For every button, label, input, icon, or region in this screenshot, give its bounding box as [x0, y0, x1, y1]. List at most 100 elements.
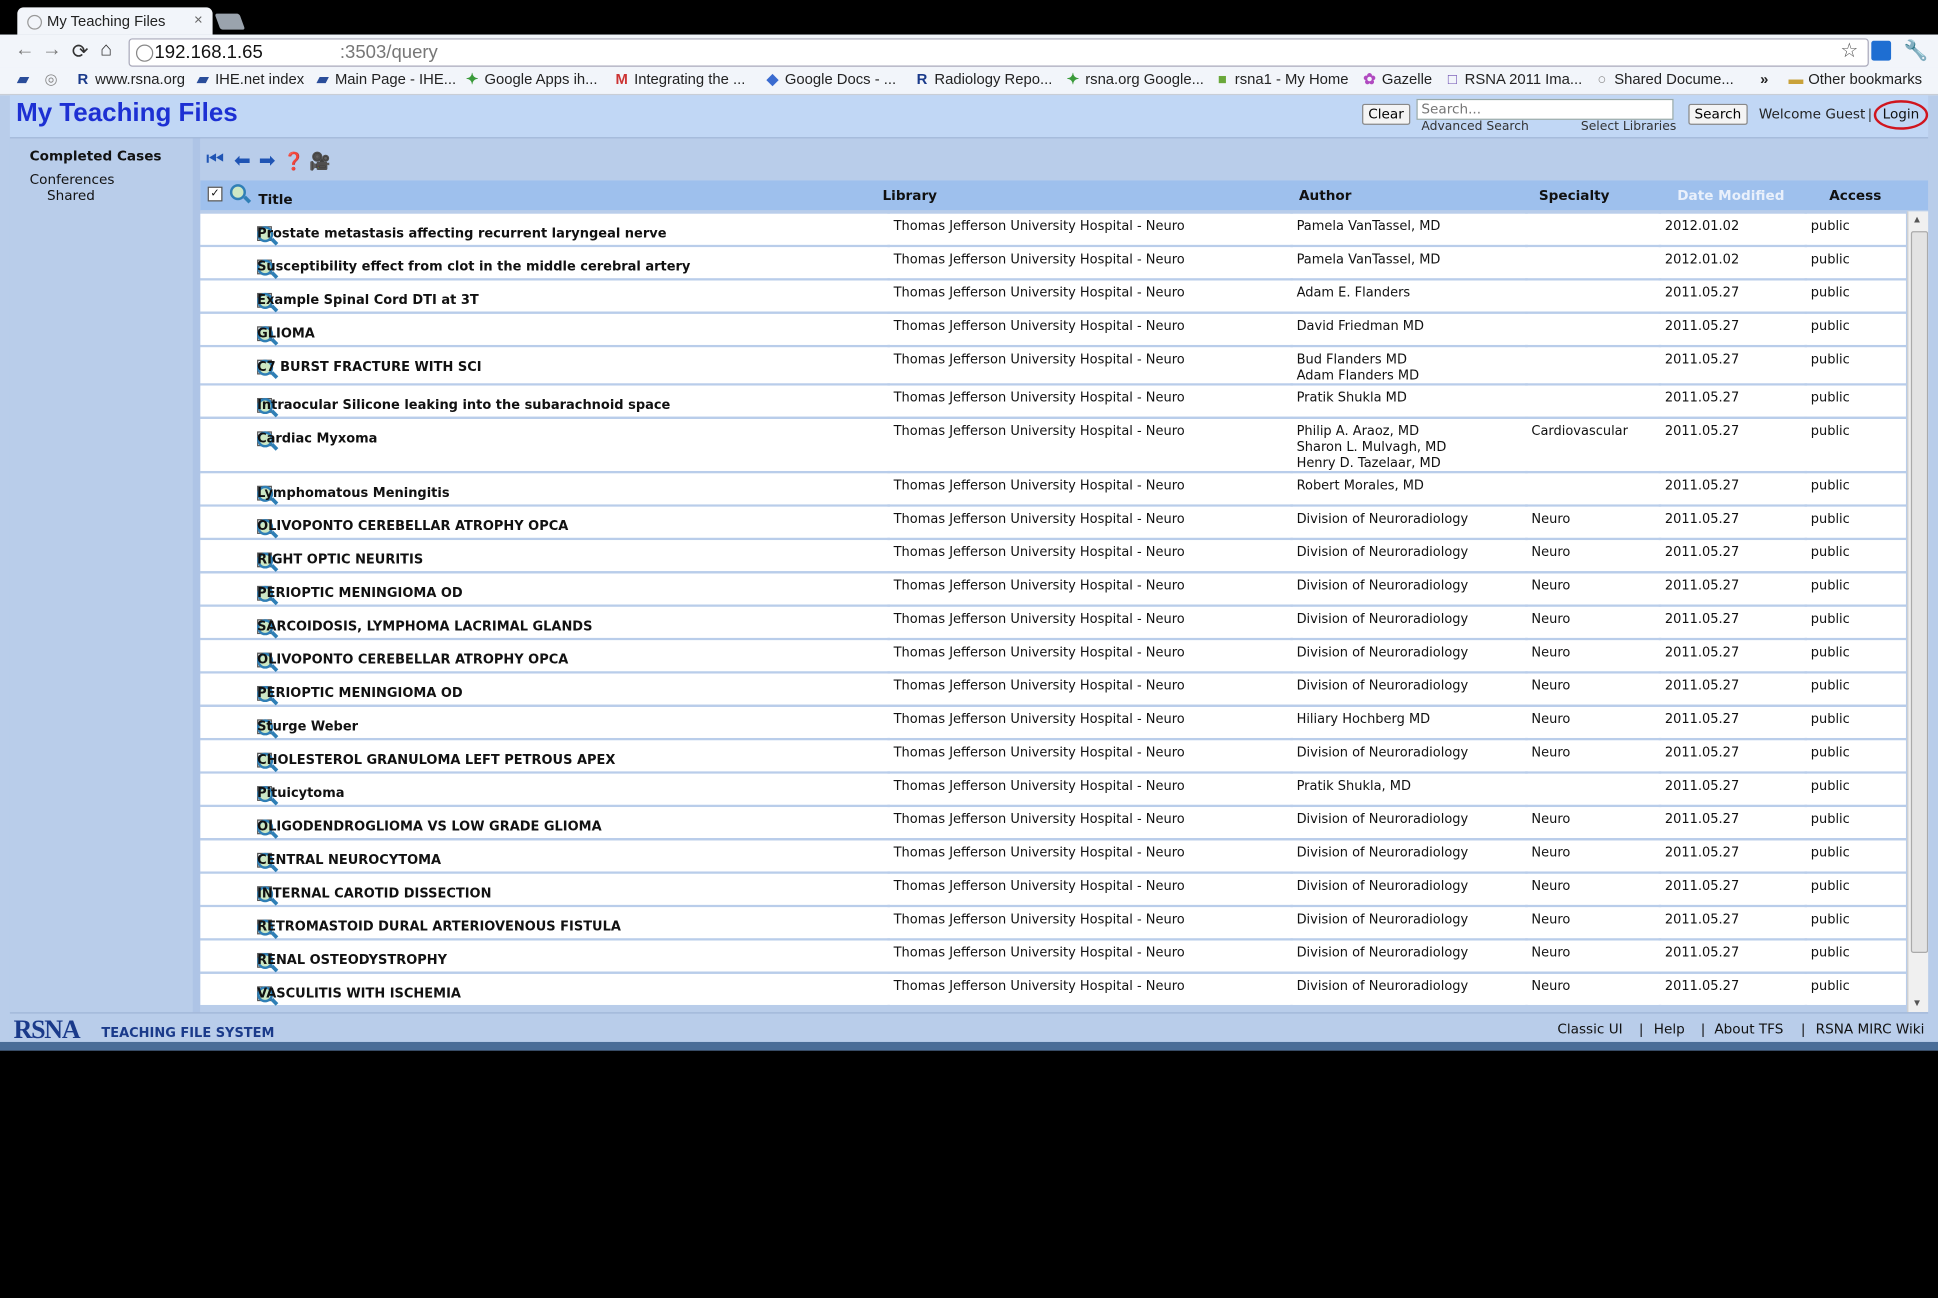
- case-title-link[interactable]: PERIOPTIC MENINGIOMA OD: [257, 586, 463, 602]
- search-button[interactable]: Search: [1688, 103, 1748, 125]
- address-bar[interactable]: 192.168.1.65 :3503/query: [128, 38, 1869, 67]
- first-page-icon[interactable]: ⏮: [203, 148, 228, 173]
- table-row[interactable]: ✓Lymphomatous Meningitis Thomas Jefferson…: [200, 473, 1906, 505]
- table-row[interactable]: ✓RETROMASTOID DURAL ARTERIOVENOUS FISTUL…: [200, 907, 1906, 939]
- table-row[interactable]: ✓INTERNAL CAROTID DISSECTION Thomas Jeffe…: [200, 873, 1906, 905]
- table-row[interactable]: ✓SARCOIDOSIS, LYMPHOMA LACRIMAL GLANDS Th…: [200, 606, 1906, 638]
- pane-divider[interactable]: [192, 138, 201, 1013]
- more-bookmarks-chevron-icon[interactable]: »: [1760, 70, 1768, 87]
- bookmark-item[interactable]: ■ rsna1 - My Home: [1214, 70, 1349, 87]
- column-header-date-modified[interactable]: Date Modified: [1677, 188, 1784, 204]
- rsna-mirc-wiki-link[interactable]: RSNA MIRC Wiki: [1816, 1021, 1925, 1037]
- case-title-link[interactable]: VASCULITIS WITH ISCHEMIA: [257, 986, 461, 1002]
- advanced-search-link[interactable]: Advanced Search: [1421, 120, 1528, 134]
- help-link[interactable]: Help: [1654, 1021, 1685, 1037]
- column-header-title[interactable]: Title: [258, 192, 292, 208]
- scroll-up-arrow-icon[interactable]: ▲: [1912, 214, 1922, 225]
- case-title-link[interactable]: RETROMASTOID DURAL ARTERIOVENOUS FISTULA: [257, 920, 621, 936]
- conference-icon[interactable]: 🎥: [308, 148, 333, 173]
- wrench-menu-icon[interactable]: 🔧: [1903, 38, 1928, 63]
- bookmark-item[interactable]: ▰ Main Page - IHE...: [314, 70, 456, 87]
- table-row[interactable]: ✓RIGHT OPTIC NEURITIS Thomas Jefferson Un…: [200, 540, 1906, 572]
- case-title-link[interactable]: Lymphomatous Meningitis: [257, 486, 449, 502]
- case-title-link[interactable]: Example Spinal Cord DTI at 3T: [257, 293, 479, 309]
- star-bookmark-icon[interactable]: ☆: [1840, 38, 1858, 63]
- column-header-library[interactable]: Library: [883, 188, 938, 204]
- case-title-link[interactable]: RIGHT OPTIC NEURITIS: [257, 552, 423, 568]
- case-title-link[interactable]: Prostate metastasis affecting recurrent …: [257, 226, 666, 242]
- case-title-link[interactable]: Pituicytoma: [257, 786, 344, 802]
- bookmark-item[interactable]: ◆ Google Docs - ...: [764, 70, 896, 87]
- case-title-link[interactable]: OLIVOPONTO CEREBELLAR ATROPHY OPCA: [257, 653, 568, 669]
- table-row[interactable]: ✓Cardiac Myxoma Thomas Jefferson Universi…: [200, 419, 1906, 471]
- table-scrollbar[interactable]: ▲ ▼: [1907, 211, 1929, 1013]
- bookmark-item[interactable]: ✦ rsna.org Google...: [1064, 70, 1204, 87]
- about-tfs-link[interactable]: About TFS: [1714, 1021, 1783, 1037]
- forward-arrow-icon[interactable]: →: [42, 40, 62, 62]
- case-title-link[interactable]: PERIOPTIC MENINGIOMA OD: [257, 686, 463, 702]
- next-page-icon[interactable]: ➡: [255, 148, 280, 173]
- table-row[interactable]: ✓Pituicytoma Thomas Jefferson University …: [200, 773, 1906, 805]
- table-row[interactable]: ✓CENTRAL NEUROCYTOMA Thomas Jefferson Uni…: [200, 840, 1906, 872]
- table-row[interactable]: ✓OLIVOPONTO CEREBELLAR ATROPHY OPCA Thoma…: [200, 640, 1906, 672]
- table-row[interactable]: ✓Intraocular Silicone leaking into the s…: [200, 385, 1906, 417]
- search-input[interactable]: [1416, 98, 1674, 120]
- nav-conferences-shared[interactable]: Shared: [47, 188, 95, 204]
- case-title-link[interactable]: GLIOMA: [257, 326, 315, 342]
- table-row[interactable]: ✓C7 BURST FRACTURE WITH SCI Thomas Jeffer…: [200, 347, 1906, 384]
- home-icon[interactable]: ⌂: [100, 40, 112, 62]
- case-title-link[interactable]: C7 BURST FRACTURE WITH SCI: [257, 360, 481, 376]
- new-tab-button[interactable]: [214, 13, 246, 30]
- case-title-link[interactable]: Susceptibility effect from clot in the m…: [257, 260, 690, 276]
- reload-icon[interactable]: ⟳: [72, 40, 89, 65]
- table-row[interactable]: ✓OLIVOPONTO CEREBELLAR ATROPHY OPCA Thoma…: [200, 506, 1906, 538]
- table-row[interactable]: ✓Example Spinal Cord DTI at 3T Thomas Jef…: [200, 280, 1906, 312]
- case-title-link[interactable]: INTERNAL CAROTID DISSECTION: [257, 886, 491, 902]
- classic-ui-link[interactable]: Classic UI: [1557, 1021, 1622, 1037]
- table-row[interactable]: ✓PERIOPTIC MENINGIOMA OD Thomas Jefferson…: [200, 673, 1906, 705]
- case-title-link[interactable]: Cardiac Myxoma: [257, 431, 377, 447]
- other-bookmarks[interactable]: ▬ Other bookmarks: [1787, 70, 1922, 87]
- bookmark-globe-icon[interactable]: ◎: [44, 70, 57, 87]
- bookmark-item[interactable]: ○ Shared Docume...: [1593, 70, 1733, 87]
- bookmark-folder-icon[interactable]: ▰: [17, 70, 28, 87]
- select-all-checkbox[interactable]: ✓: [207, 186, 223, 202]
- bookmark-item[interactable]: R Radiology Repo...: [913, 70, 1053, 87]
- nav-conferences[interactable]: Conferences: [30, 172, 115, 188]
- table-row[interactable]: ✓Sturge Weber Thomas Jefferson University…: [200, 706, 1906, 738]
- help-icon[interactable]: ❓: [282, 148, 307, 173]
- scroll-down-arrow-icon[interactable]: ▼: [1912, 997, 1922, 1008]
- table-row[interactable]: ✓Prostate metastasis affecting recurrent…: [200, 213, 1906, 245]
- bookmark-item[interactable]: M Integrating the ...: [613, 70, 746, 87]
- bookmark-item[interactable]: Rwww.rsna.org: [74, 70, 185, 87]
- column-header-specialty[interactable]: Specialty: [1539, 188, 1610, 204]
- bookmark-item[interactable]: ▰ IHE.net index: [194, 70, 304, 87]
- table-row[interactable]: ✓Susceptibility effect from clot in the …: [200, 247, 1906, 279]
- table-row[interactable]: ✓PERIOPTIC MENINGIOMA OD Thomas Jefferson…: [200, 573, 1906, 605]
- scrollbar-thumb[interactable]: [1910, 231, 1929, 953]
- bookmark-item[interactable]: □ RSNA 2011 Ima...: [1444, 70, 1582, 87]
- case-title-link[interactable]: SARCOIDOSIS, LYMPHOMA LACRIMAL GLANDS: [257, 619, 592, 635]
- extension-icon[interactable]: [1871, 40, 1892, 61]
- case-title-link[interactable]: OLIVOPONTO CEREBELLAR ATROPHY OPCA: [257, 519, 568, 535]
- case-title-link[interactable]: RENAL OSTEODYSTROPHY: [257, 953, 447, 969]
- preview-all-magnifier-icon[interactable]: [229, 184, 246, 201]
- bookmark-item[interactable]: ✿ Gazelle: [1361, 70, 1432, 87]
- nav-completed-cases[interactable]: Completed Cases: [30, 148, 162, 164]
- case-title-link[interactable]: CENTRAL NEUROCYTOMA: [257, 853, 441, 869]
- table-row[interactable]: ✓RENAL OSTEODYSTROPHY Thomas Jefferson Un…: [200, 940, 1906, 972]
- case-title-link[interactable]: Intraocular Silicone leaking into the su…: [257, 398, 670, 414]
- case-title-link[interactable]: CHOLESTEROL GRANULOMA LEFT PETROUS APEX: [257, 753, 615, 769]
- select-libraries-link[interactable]: Select Libraries: [1581, 120, 1676, 134]
- previous-page-icon[interactable]: ⬅: [230, 148, 255, 173]
- table-row[interactable]: ✓CHOLESTEROL GRANULOMA LEFT PETROUS APEX…: [200, 740, 1906, 772]
- table-row[interactable]: ✓VASCULITIS WITH ISCHEMIA Thomas Jefferso…: [200, 973, 1906, 1005]
- tab-close-icon[interactable]: ×: [194, 11, 203, 28]
- back-arrow-icon[interactable]: ←: [15, 40, 35, 62]
- table-row[interactable]: ✓OLIGODENDROGLIOMA VS LOW GRADE GLIOMA Th…: [200, 807, 1906, 839]
- bookmark-item[interactable]: ✦ Google Apps ih...: [463, 70, 598, 87]
- case-title-link[interactable]: Sturge Weber: [257, 719, 358, 735]
- column-header-access[interactable]: Access: [1829, 188, 1881, 204]
- column-header-author[interactable]: Author: [1299, 188, 1351, 204]
- clear-button[interactable]: Clear: [1362, 103, 1411, 125]
